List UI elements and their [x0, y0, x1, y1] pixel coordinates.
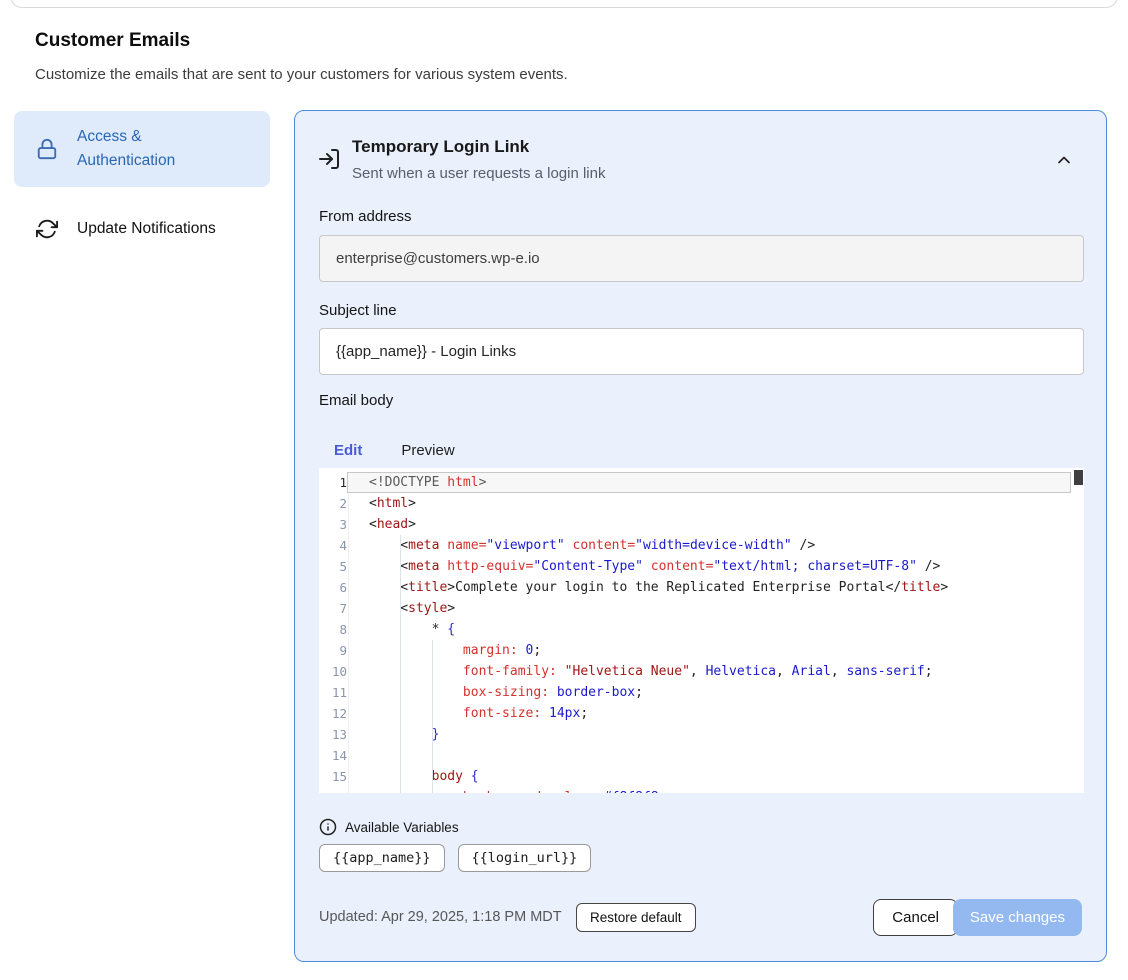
- sidebar: Access & Authentication Update Notificat…: [14, 111, 270, 249]
- line-number: 3: [319, 514, 347, 535]
- refresh-icon: [36, 218, 58, 240]
- line-number: 5: [319, 556, 347, 577]
- line-number: 14: [319, 745, 347, 766]
- email-body-label: Email body: [319, 392, 393, 409]
- line-number: 16: [319, 787, 347, 793]
- page: Customer Emails Customize the emails tha…: [0, 0, 1128, 980]
- code-line: 12 font-size: 14px;: [319, 703, 1084, 724]
- code-editor[interactable]: 1<!DOCTYPE html>2<html>3<head>4 <meta na…: [319, 468, 1084, 793]
- available-variables-label: Available Variables: [345, 820, 459, 835]
- variable-chips: {{app_name}} {{login_url}}: [319, 844, 591, 872]
- line-number: 12: [319, 703, 347, 724]
- code-line: 15 body {: [319, 766, 1084, 787]
- subject-line-label: Subject line: [319, 302, 397, 319]
- code-line: 5 <meta http-equiv="Content-Type" conten…: [319, 556, 1084, 577]
- subject-line-input[interactable]: [319, 328, 1084, 375]
- line-number: 11: [319, 682, 347, 703]
- code-line: 10 font-family: "Helvetica Neue", Helvet…: [319, 661, 1084, 682]
- lock-icon: [36, 138, 58, 160]
- line-number: 7: [319, 598, 347, 619]
- code-line: 13 }: [319, 724, 1084, 745]
- page-title: Customer Emails: [35, 30, 190, 52]
- line-number: 1: [319, 472, 347, 493]
- code-line: 16 background-color: #f8f8f8;: [319, 787, 1084, 793]
- code-line: 8 * {: [319, 619, 1084, 640]
- updated-timestamp: Updated: Apr 29, 2025, 1:18 PM MDT: [319, 909, 562, 925]
- sidebar-item-label: Update Notifications: [77, 217, 216, 241]
- previous-card-edge: [10, 0, 1118, 8]
- variable-chip-app-name[interactable]: {{app_name}}: [319, 844, 445, 872]
- sidebar-item-access-authentication[interactable]: Access & Authentication: [14, 111, 270, 187]
- code-line: 11 box-sizing: border-box;: [319, 682, 1084, 703]
- line-number: 15: [319, 766, 347, 787]
- chevron-up-icon: [1054, 158, 1074, 173]
- editor-scrollbar[interactable]: [1074, 470, 1083, 485]
- line-number: 13: [319, 724, 347, 745]
- save-changes-button[interactable]: Save changes: [953, 899, 1082, 936]
- code-line: 6 <title>Complete your login to the Repl…: [319, 577, 1084, 598]
- code-line: 3<head>: [319, 514, 1084, 535]
- variable-chip-login-url[interactable]: {{login_url}}: [458, 844, 592, 872]
- collapse-button[interactable]: [1050, 147, 1078, 175]
- info-icon: [319, 818, 337, 836]
- code-line: 7 <style>: [319, 598, 1084, 619]
- code-lines: 1<!DOCTYPE html>2<html>3<head>4 <meta na…: [319, 472, 1084, 793]
- cancel-button[interactable]: Cancel: [873, 899, 958, 936]
- line-number: 10: [319, 661, 347, 682]
- from-address-input: [319, 235, 1084, 282]
- line-number: 4: [319, 535, 347, 556]
- code-line: 2<html>: [319, 493, 1084, 514]
- line-number: 9: [319, 640, 347, 661]
- line-number: 6: [319, 577, 347, 598]
- code-line: 4 <meta name="viewport" content="width=d…: [319, 535, 1084, 556]
- restore-default-button[interactable]: Restore default: [576, 903, 696, 932]
- line-number: 2: [319, 493, 347, 514]
- line-number: 8: [319, 619, 347, 640]
- available-variables: Available Variables: [319, 818, 459, 836]
- panel-subtitle: Sent when a user requests a login link: [352, 165, 605, 182]
- sidebar-item-label: Access & Authentication: [77, 125, 227, 173]
- email-settings-panel: Temporary Login Link Sent when a user re…: [294, 110, 1107, 962]
- from-address-label: From address: [319, 208, 412, 225]
- log-in-icon: [317, 147, 341, 171]
- code-line: 14: [319, 745, 1084, 766]
- code-line: 1<!DOCTYPE html>: [319, 472, 1084, 493]
- panel-title: Temporary Login Link: [352, 137, 529, 157]
- sidebar-item-update-notifications[interactable]: Update Notifications: [14, 209, 270, 249]
- code-line: 9 margin: 0;: [319, 640, 1084, 661]
- page-subtitle: Customize the emails that are sent to yo…: [35, 66, 568, 83]
